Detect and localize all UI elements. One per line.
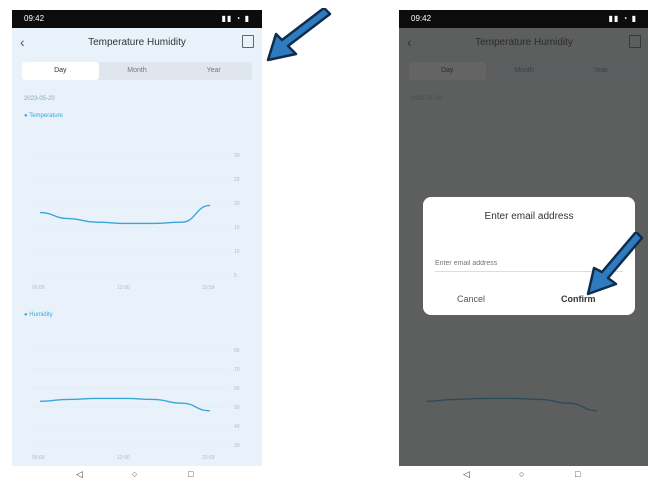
x-tick-label: 23:59	[202, 455, 215, 461]
tab-day[interactable]: Day	[22, 62, 99, 80]
x-tick-label: 23:59	[202, 285, 215, 291]
page-title: Temperature Humidity	[88, 37, 186, 48]
bottom-nav: ◁ ○ □	[12, 466, 262, 482]
status-bar: 09:42 ▮▮ ◔ ▮	[12, 10, 262, 28]
status-time: 09:42	[411, 14, 432, 23]
status-icons: ▮▮ ◔ ▮	[221, 14, 250, 23]
cancel-button[interactable]: Cancel	[457, 294, 485, 304]
dialog-title: Enter email address	[484, 211, 574, 222]
x-tick-label: 12:00	[117, 285, 130, 291]
nav-home-icon[interactable]: ○	[519, 469, 524, 479]
phone-left: 09:42 ▮▮ ◔ ▮ ‹ Temperature Humidity Day …	[12, 10, 262, 482]
temperature-label: Temperature	[29, 113, 63, 119]
pointer-arrow-icon	[266, 8, 332, 62]
temperature-series-line	[39, 204, 211, 225]
app-header: ‹ Temperature Humidity	[12, 28, 262, 58]
date-text: 2023-05-20	[24, 96, 55, 102]
y-tick-label: 50	[234, 405, 240, 411]
nav-home-icon[interactable]: ○	[132, 469, 137, 479]
nav-back-icon[interactable]: ◁	[463, 469, 470, 480]
y-tick-label: 10	[234, 249, 240, 255]
humidity-label: Humidity	[29, 312, 53, 318]
y-tick-label: 25	[234, 177, 240, 183]
y-tick-label: 70	[234, 367, 240, 373]
nav-recent-icon[interactable]: □	[575, 469, 580, 479]
tab-month[interactable]: Month	[99, 62, 176, 80]
x-tick-label: 00:00	[32, 455, 45, 461]
nav-back-icon[interactable]: ◁	[76, 469, 83, 480]
bottom-nav: ◁ ○ □	[399, 466, 648, 482]
y-tick-label: 30	[234, 443, 240, 449]
period-tabs: Day Month Year	[22, 62, 252, 80]
x-tick-label: 12:00	[117, 455, 130, 461]
y-tick-label: 80	[234, 348, 240, 354]
y-tick-label: 60	[234, 386, 240, 392]
nav-recent-icon[interactable]: □	[188, 469, 193, 479]
temperature-chart: 30 25 20 15 10 5 00:00 12:00 23:59	[32, 153, 240, 291]
status-time: 09:42	[24, 14, 45, 23]
y-tick-label: 5	[234, 273, 237, 279]
y-tick-label: 15	[234, 225, 240, 231]
humidity-series-line	[39, 397, 211, 412]
share-icon[interactable]	[242, 35, 254, 48]
x-tick-label: 00:00	[32, 285, 45, 291]
y-tick-label: 40	[234, 424, 240, 430]
humidity-legend: ● Humidity	[24, 312, 53, 318]
y-tick-label: 20	[234, 201, 240, 207]
tab-year[interactable]: Year	[175, 62, 252, 80]
status-icons: ▮▮ ◔ ▮	[608, 14, 637, 23]
humidity-chart: 80 70 60 50 40 30 00:00 12:00 23:59	[32, 348, 240, 461]
y-tick-label: 30	[234, 153, 240, 159]
status-bar: 09:42 ▮▮ ◔ ▮	[399, 10, 648, 28]
temperature-legend: ● Temperature	[24, 113, 63, 119]
pointer-arrow-icon	[586, 232, 644, 296]
